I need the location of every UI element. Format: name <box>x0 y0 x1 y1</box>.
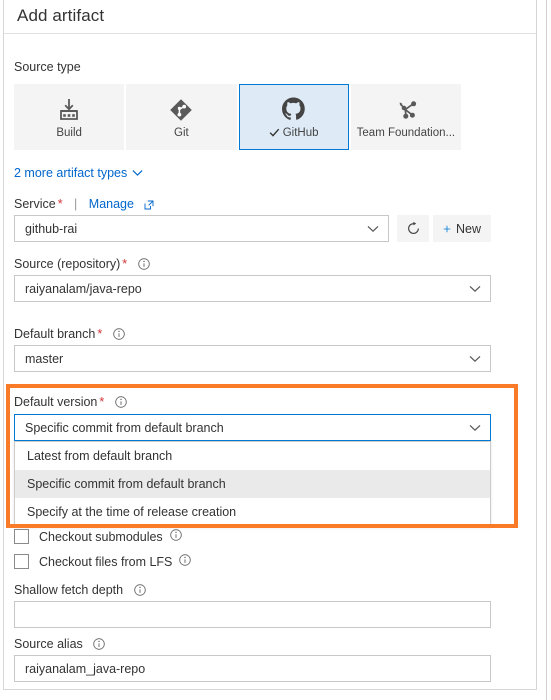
chevron-down-icon <box>132 170 143 176</box>
refresh-services-button[interactable] <box>397 215 429 242</box>
source-alias-value: raiyanalam_java-repo <box>25 661 146 676</box>
service-select[interactable]: github-rai <box>14 215 389 242</box>
new-service-label: New <box>455 221 481 236</box>
source-type-tile-team-foundation-label: Team Foundation... <box>356 126 456 139</box>
source-type-tile-github-label: GitHub <box>269 127 319 139</box>
source-repository-label-text: Source (repository) <box>14 257 121 271</box>
git-icon <box>168 96 194 124</box>
source-type-tile-git-label: Git <box>174 126 189 139</box>
service-value: github-rai <box>25 221 78 236</box>
source-type-label: Source type <box>14 60 81 74</box>
plus-icon <box>443 225 451 232</box>
checkout-lfs-label: Checkout files from LFS <box>39 554 173 569</box>
service-label-text: Service <box>14 197 56 211</box>
info-icon[interactable] <box>137 258 150 273</box>
info-icon[interactable] <box>133 584 146 599</box>
dropdown-option-latest[interactable]: Latest from default branch <box>15 442 490 470</box>
team-foundation-icon <box>393 96 419 124</box>
dropdown-option-specify-at-release[interactable]: Specify at the time of release creation <box>15 498 490 526</box>
more-artifact-types-label: 2 more artifact types <box>14 166 128 180</box>
page-title: Add artifact <box>17 6 105 25</box>
source-alias-label: Source alias <box>14 637 106 653</box>
source-type-tile-team-foundation[interactable]: Team Foundation... <box>350 84 462 150</box>
shallow-fetch-depth-input[interactable] <box>14 601 491 628</box>
service-separator: | <box>74 197 78 211</box>
source-repository-value: raiyanalam/java-repo <box>25 281 142 296</box>
info-icon[interactable] <box>112 328 125 343</box>
default-branch-select[interactable]: master <box>14 345 491 372</box>
panel-right-divider <box>546 0 547 700</box>
source-type-tile-git[interactable]: Git <box>126 84 237 150</box>
service-label: Service * | Manage <box>14 197 154 213</box>
source-type-tile-build-label: Build <box>56 126 82 139</box>
default-branch-label: Default branch * <box>14 327 125 343</box>
default-version-required-star: * <box>99 395 105 409</box>
checkout-submodules-row[interactable]: Checkout submodules <box>14 529 182 544</box>
github-tile-text: GitHub <box>282 126 319 139</box>
chevron-down-icon <box>469 421 481 435</box>
checkout-lfs-row[interactable]: Checkout files from LFS <box>14 554 192 569</box>
info-icon[interactable] <box>169 529 182 544</box>
service-required-star: * <box>57 197 63 211</box>
default-branch-required-star: * <box>97 327 103 341</box>
shallow-fetch-depth-label-text: Shallow fetch depth <box>14 583 124 597</box>
info-icon[interactable] <box>93 638 106 653</box>
github-icon <box>280 96 307 124</box>
info-icon[interactable] <box>179 554 192 569</box>
default-branch-value: master <box>25 351 64 366</box>
add-artifact-dialog: Add artifact Source type Build Git GitHu… <box>0 0 551 700</box>
default-branch-label-text: Default branch <box>14 327 96 341</box>
source-type-tiles: Build Git GitHub Team Foundation... <box>14 84 462 150</box>
default-version-select[interactable]: Specific commit from default branch <box>14 414 491 441</box>
refresh-icon <box>407 221 419 234</box>
source-alias-input[interactable]: raiyanalam_java-repo <box>14 655 491 682</box>
external-link-icon <box>144 199 154 213</box>
default-version-label-text: Default version <box>14 395 98 409</box>
checkout-submodules-label: Checkout submodules <box>39 529 163 544</box>
chevron-down-icon <box>469 282 481 296</box>
source-repository-required-star: * <box>122 257 128 271</box>
manage-link[interactable]: Manage <box>89 197 134 211</box>
new-service-button[interactable]: New <box>433 215 491 242</box>
info-icon[interactable] <box>114 396 127 411</box>
source-type-tile-github[interactable]: GitHub <box>238 84 349 150</box>
source-repository-select[interactable]: raiyanalam/java-repo <box>14 275 491 302</box>
checkout-submodules-checkbox[interactable] <box>14 529 29 544</box>
shallow-fetch-depth-label: Shallow fetch depth <box>14 583 146 599</box>
default-version-dropdown-list: Latest from default branch Specific comm… <box>14 441 491 527</box>
check-icon <box>269 128 279 137</box>
chevron-down-icon <box>469 352 481 366</box>
source-type-tile-build[interactable]: Build <box>14 84 125 150</box>
build-icon <box>56 96 82 124</box>
checkout-lfs-checkbox[interactable] <box>14 554 29 569</box>
default-version-label: Default version * <box>14 395 127 411</box>
more-artifact-types-link[interactable]: 2 more artifact types <box>14 166 143 180</box>
dropdown-option-specific-commit[interactable]: Specific commit from default branch <box>15 470 490 498</box>
source-repository-label: Source (repository) * <box>14 257 150 273</box>
source-alias-label-text: Source alias <box>14 637 83 651</box>
chevron-down-icon <box>367 222 379 236</box>
title-divider <box>4 33 536 34</box>
default-version-value: Specific commit from default branch <box>25 420 224 435</box>
